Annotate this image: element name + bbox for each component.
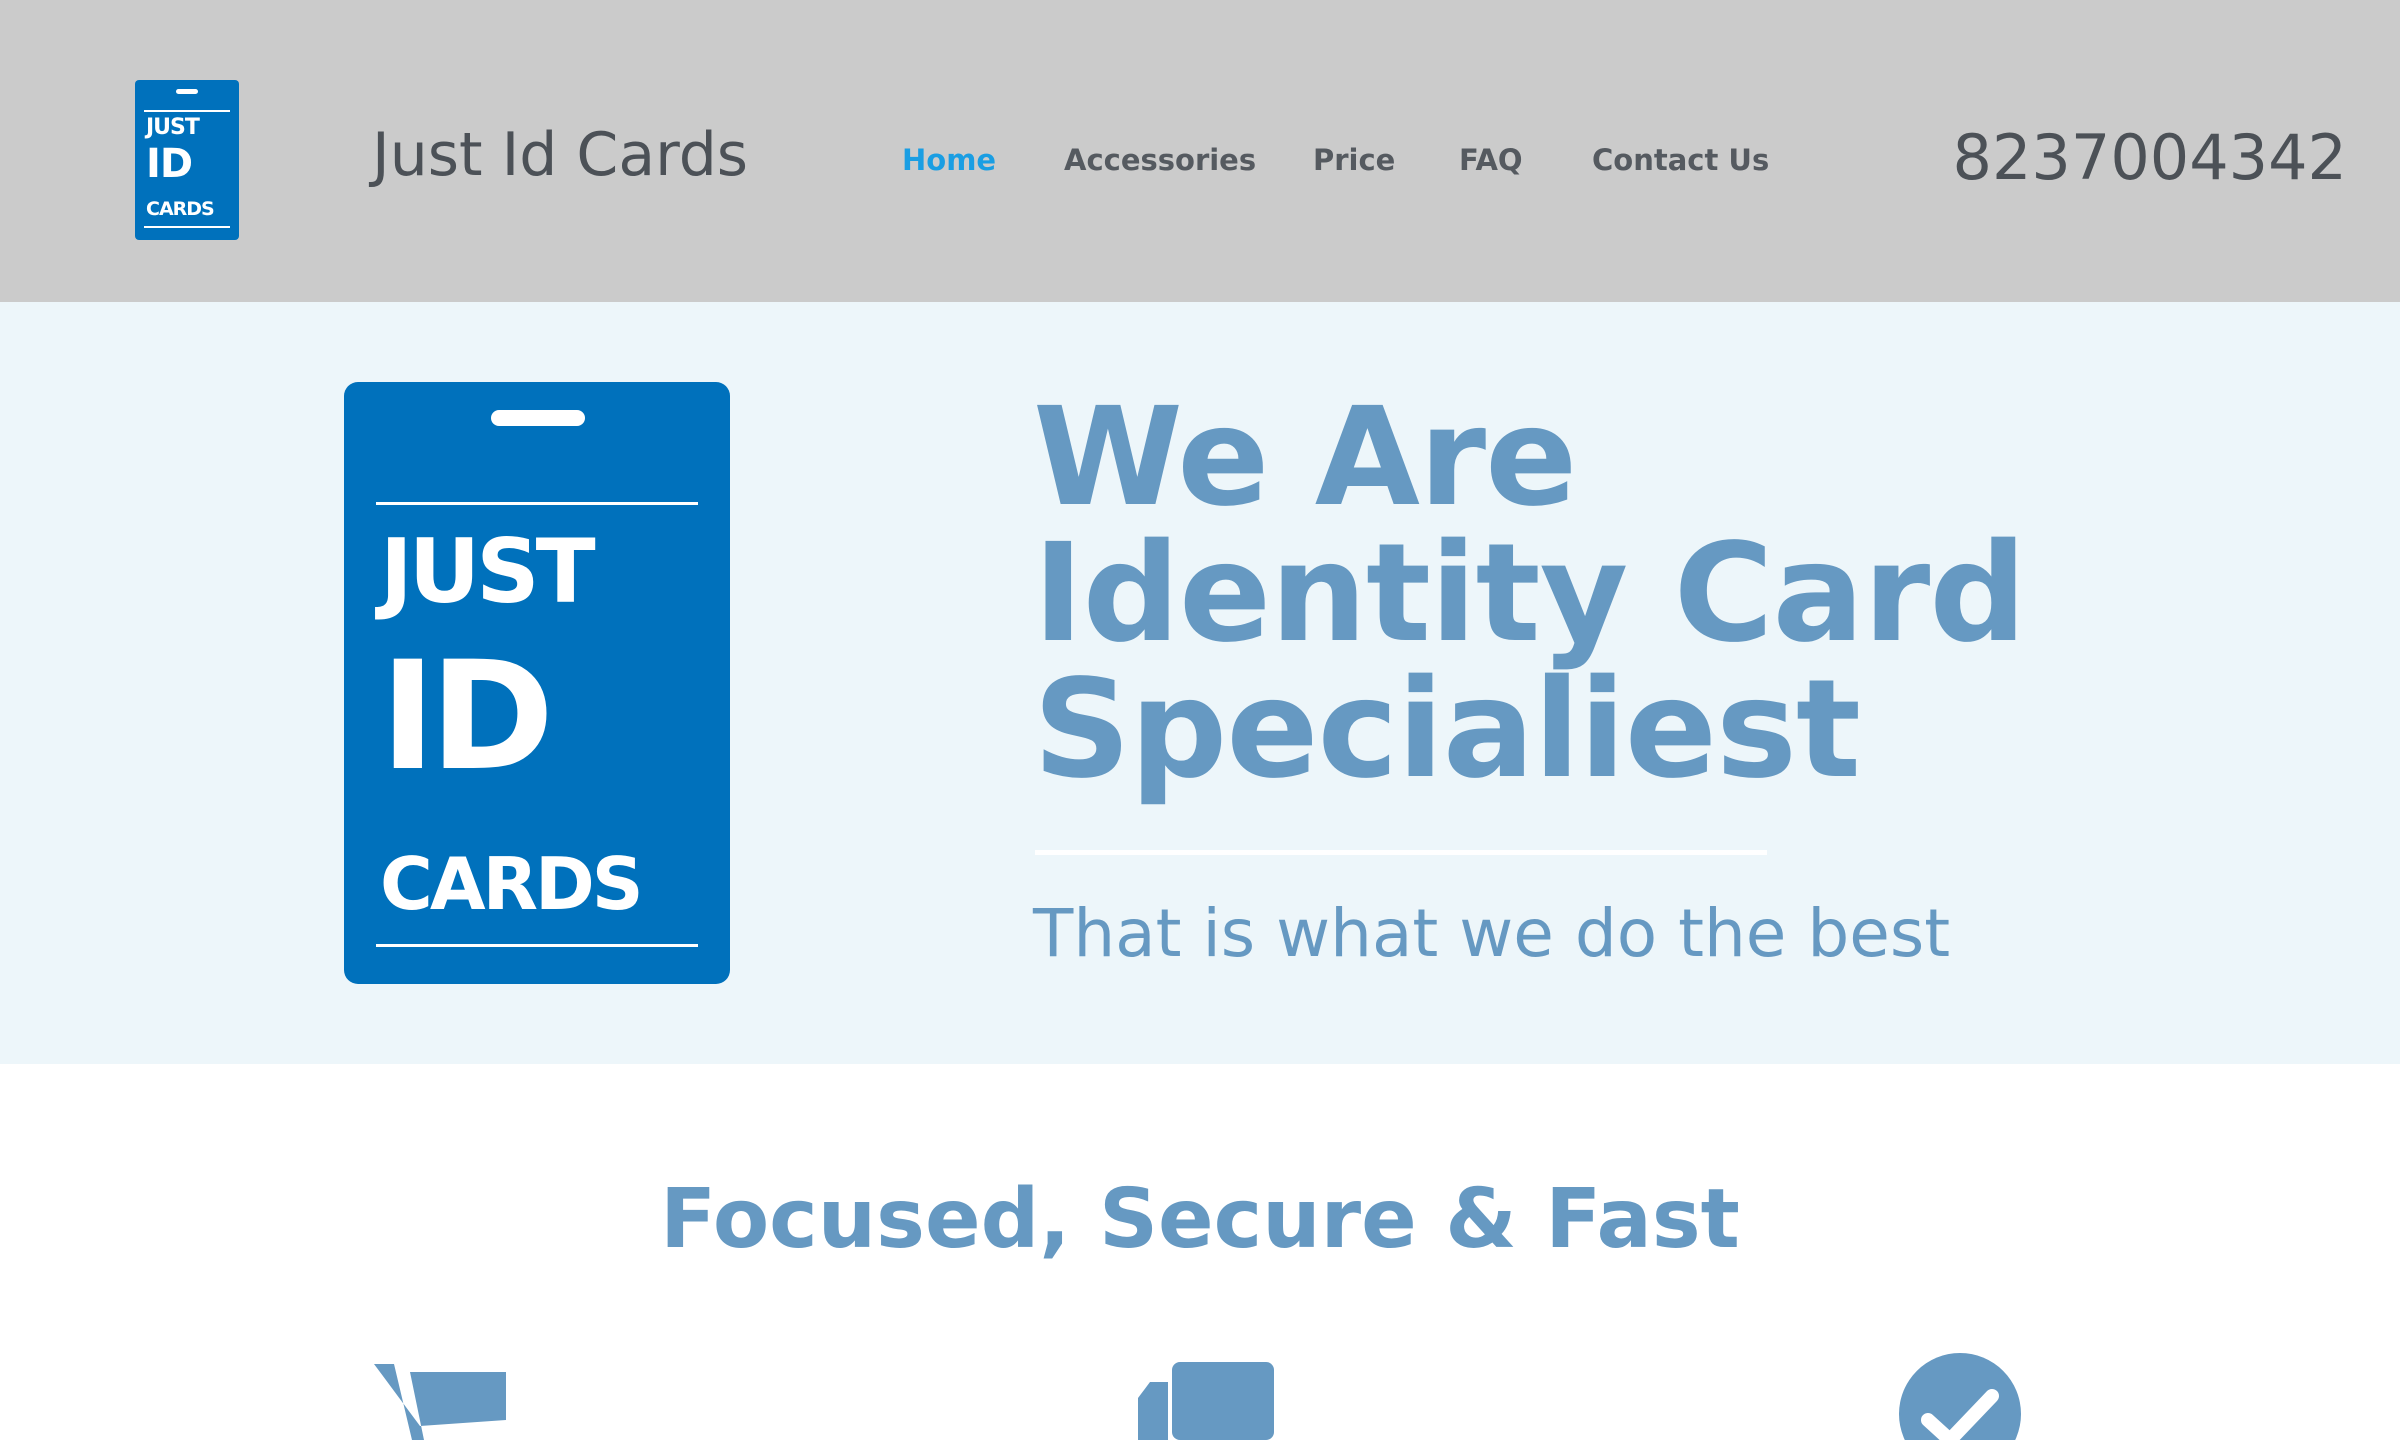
- logo-rule: [144, 226, 230, 228]
- site-logo[interactable]: JUST ID CARDS: [135, 80, 239, 240]
- nav-item-contact-us[interactable]: Contact Us: [1592, 142, 1769, 178]
- logo-rule: [144, 110, 230, 112]
- logo-rule: [376, 502, 698, 505]
- logo-slot: [176, 89, 198, 94]
- logo-slot: [491, 410, 585, 426]
- delivery-truck-icon: [1138, 1362, 1274, 1440]
- nav-item-accessories[interactable]: Accessories: [1064, 142, 1256, 178]
- hero-logo-text-cards: CARDS: [380, 842, 644, 926]
- logo-text-id: ID: [146, 141, 193, 187]
- headline-line-3: Specialiest: [1033, 651, 1861, 809]
- site-title[interactable]: Just Id Cards: [372, 120, 748, 190]
- hero-tagline: That is what we do the best: [1033, 895, 1951, 972]
- logo-text-cards: CARDS: [146, 198, 215, 220]
- phone-number[interactable]: 8237004342: [1953, 122, 2347, 194]
- check-circle-icon: [1899, 1353, 2021, 1440]
- hero-headline: We Are Identity Card Specialiest: [1033, 390, 2133, 798]
- headline-line-2: Identity Card: [1033, 515, 2027, 673]
- nav-item-price[interactable]: Price: [1313, 142, 1395, 178]
- logo-rule: [376, 944, 698, 947]
- hero-section: JUST ID CARDS We Are Identity Card Speci…: [0, 302, 2400, 1064]
- hero-logo-text-just: JUST: [380, 520, 596, 623]
- hero-logo: JUST ID CARDS: [344, 382, 730, 984]
- headline-line-1: We Are: [1033, 379, 1577, 537]
- hero-divider: [1035, 850, 1767, 855]
- logo-text-just: JUST: [146, 115, 200, 140]
- site-header: JUST ID CARDS Just Id Cards Home Accesso…: [0, 0, 2400, 302]
- features-title: Focused, Secure & Fast: [660, 1172, 1740, 1267]
- shopping-cart-icon: [374, 1364, 506, 1440]
- nav-item-home[interactable]: Home: [902, 142, 996, 178]
- nav-item-faq[interactable]: FAQ: [1459, 142, 1523, 178]
- hero-logo-text-id: ID: [380, 630, 554, 804]
